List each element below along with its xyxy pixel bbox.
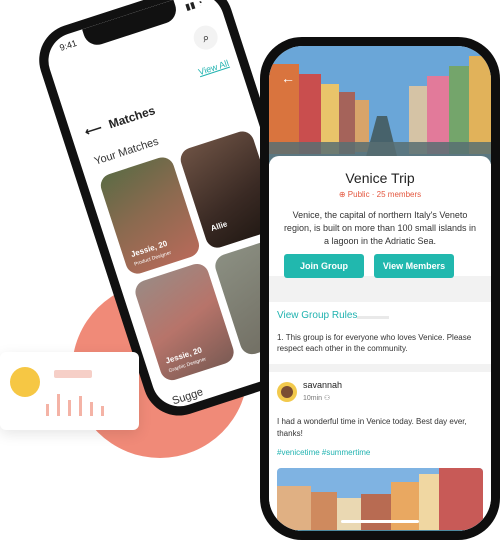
post-hashtags[interactable]: #venicetime #summertime	[277, 448, 370, 457]
rules-text: 1. This group is for everyone who loves …	[277, 333, 472, 353]
group-screen: ← Venice Trip ⊕ Public · 25 members Veni…	[269, 46, 491, 531]
group-meta: ⊕ Public · 25 members	[269, 190, 491, 199]
match-name: Allie	[209, 219, 229, 234]
back-arrow-icon[interactable]: ←	[281, 70, 295, 86]
signal-icon: ▮▮ ◔	[183, 0, 205, 13]
view-all-link[interactable]: View All	[197, 58, 230, 77]
card-highlight	[54, 370, 92, 378]
group-meta-text: Public · 25 members	[347, 190, 422, 199]
post-text: I had a wonderful time in Venice today. …	[277, 417, 467, 438]
post-time: 10min ⚇	[303, 395, 331, 402]
home-indicator	[341, 520, 419, 523]
group-actions: Join Group View Members	[284, 254, 454, 278]
post-card: savannah 10min ⚇ I had a wonderful time …	[269, 372, 491, 531]
matches-header: ⟵ Matches	[83, 103, 157, 139]
venice-hero-image	[269, 46, 491, 164]
group-phone: ← Venice Trip ⊕ Public · 25 members Veni…	[260, 37, 500, 540]
friends-icon: ⚇	[324, 395, 331, 402]
join-group-button[interactable]: Join Group	[284, 254, 364, 278]
post-username[interactable]: savannah	[303, 380, 342, 390]
view-members-button[interactable]: View Members	[374, 254, 454, 278]
group-rules: View Group Rules 1. This group is for ev…	[269, 302, 491, 364]
mini-bar-chart	[46, 390, 126, 416]
page-title: Matches	[106, 103, 157, 132]
stats-card	[0, 352, 139, 430]
search-icon[interactable]: ⌕	[190, 22, 221, 53]
yellow-dot	[10, 367, 40, 397]
group-description: Venice, the capital of northern Italy's …	[283, 210, 477, 246]
avatar[interactable]	[277, 382, 297, 402]
view-group-rules-link[interactable]: View Group Rules	[277, 310, 357, 321]
status-time: 9:41	[58, 38, 79, 53]
back-arrow-icon[interactable]: ⟵	[83, 121, 104, 140]
group-title: Venice Trip	[345, 170, 415, 186]
rules-divider	[357, 316, 389, 319]
globe-icon: ⊕	[338, 190, 346, 199]
